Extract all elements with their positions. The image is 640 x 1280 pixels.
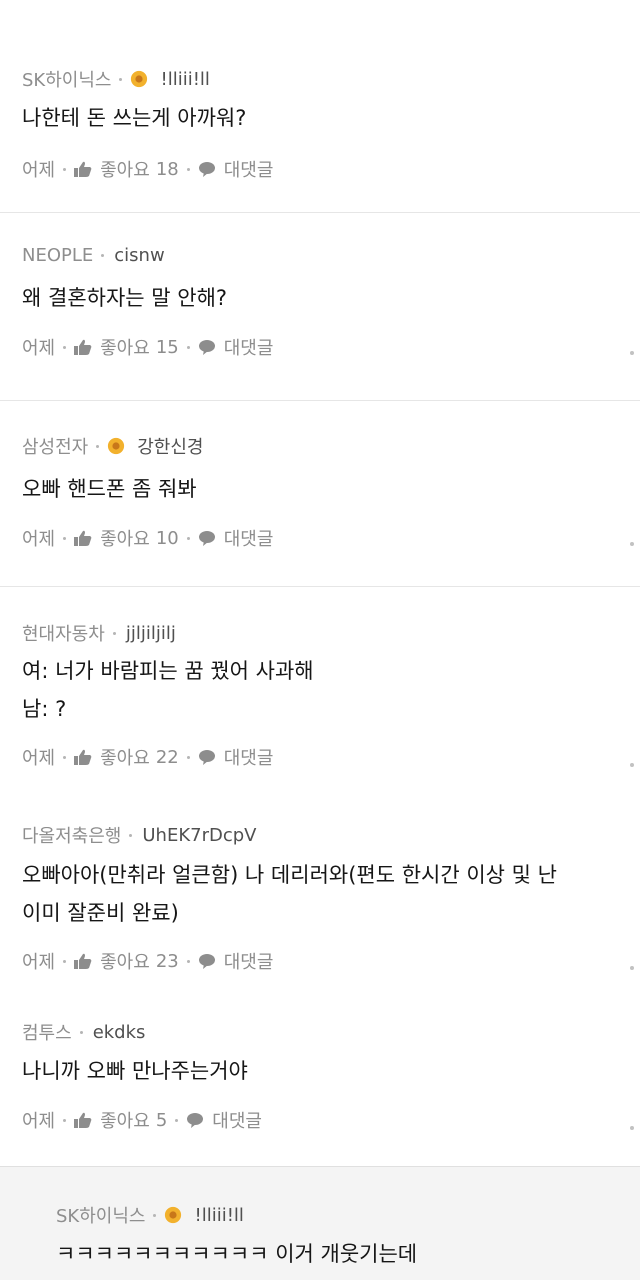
thumbs-up-icon xyxy=(74,339,92,355)
thumbs-up-icon xyxy=(74,953,92,969)
comment-time: 어제 xyxy=(22,529,56,550)
like-label: 좋아요 xyxy=(100,160,150,181)
thumbs-up-icon xyxy=(74,161,92,177)
company-name: NEOPLE xyxy=(22,245,94,266)
like-label: 좋아요 xyxy=(100,748,150,769)
reply-label: 대댓글 xyxy=(223,160,274,181)
nickname: cisnw xyxy=(114,245,165,266)
more-dot-icon[interactable] xyxy=(630,542,634,546)
speech-bubble-icon xyxy=(198,340,215,355)
like-label: 좋아요 xyxy=(100,952,150,973)
nickname: ekdks xyxy=(92,1021,146,1043)
speech-bubble-icon xyxy=(198,954,215,969)
like-button[interactable]: 좋아요 22 xyxy=(74,744,179,770)
reply-label: 대댓글 xyxy=(223,952,274,973)
comment-text: 여: 너가 바람피는 꿈 꿨어 사과해 남: ? xyxy=(22,659,314,721)
like-count: 5 xyxy=(155,1109,168,1131)
comment-author[interactable]: SK하이닉스 !lliii!ll xyxy=(56,1202,244,1228)
like-count: 18 xyxy=(155,158,179,180)
reply-button[interactable]: 대댓글 xyxy=(198,744,274,770)
comment-item: 삼성전자 강한신경 오빠 핸드폰 좀 줘봐 어제 좋아요 10 대댓글 xyxy=(0,400,640,586)
company-name: 삼성전자 xyxy=(22,437,89,458)
comment-item: 현대자동차 jjljiljilj 여: 너가 바람피는 꿈 꿨어 사과해 남: … xyxy=(0,586,640,796)
comment-item: 다올저축은행 UhEK7rDcpV 오빠아아(만취라 얼큰함) 나 데리러와(편… xyxy=(0,796,640,1000)
reply-button[interactable]: 대댓글 xyxy=(198,334,274,360)
comment-time: 어제 xyxy=(22,748,56,769)
company-name: SK하이닉스 xyxy=(56,1206,146,1227)
like-button[interactable]: 좋아요 5 xyxy=(74,1107,167,1133)
speech-bubble-icon xyxy=(187,1113,204,1128)
comment-item: NEOPLE cisnw 왜 결혼하자는 말 안해? 어제 좋아요 15 대댓글 xyxy=(0,212,640,400)
like-button[interactable]: 좋아요 23 xyxy=(74,948,179,974)
comment-text: 왜 결혼하자는 말 안해? xyxy=(22,286,228,310)
nickname: jjljiljilj xyxy=(125,622,176,644)
reply-label: 대댓글 xyxy=(223,748,274,769)
more-dot-icon[interactable] xyxy=(630,763,634,767)
nickname: !lliii!ll xyxy=(194,1204,244,1226)
comment-author[interactable]: 다올저축은행 UhEK7rDcpV xyxy=(22,822,256,848)
comment-text: 오빠아아(만취라 얼큰함) 나 데리러와(편도 한시간 이상 및 난 이미 잘준… xyxy=(22,863,557,925)
like-count: 22 xyxy=(155,746,179,768)
reply-button[interactable]: 대댓글 xyxy=(198,525,274,551)
nickname: UhEK7rDcpV xyxy=(142,824,257,846)
sunflower-badge-icon xyxy=(165,1206,182,1224)
reply-button[interactable]: 대댓글 xyxy=(198,156,274,182)
comment-actions: 어제 좋아요 22 대댓글 xyxy=(22,744,273,770)
reply-button[interactable]: 대댓글 xyxy=(186,1107,262,1133)
speech-bubble-icon xyxy=(198,750,215,765)
like-count: 15 xyxy=(155,336,179,358)
company-name: 현대자동차 xyxy=(22,624,105,645)
more-dot-icon[interactable] xyxy=(630,351,634,355)
thumbs-up-icon xyxy=(74,749,92,765)
thumbs-up-icon xyxy=(74,530,92,546)
comment-text: 오빠 핸드폰 좀 줘봐 xyxy=(22,477,197,501)
comment-text: 나한테 돈 쓰는게 아까워? xyxy=(22,106,247,130)
comment-actions: 어제 좋아요 23 대댓글 xyxy=(22,948,273,974)
more-dot-icon[interactable] xyxy=(630,966,634,970)
like-count: 23 xyxy=(155,950,179,972)
reply-label: 대댓글 xyxy=(212,1111,262,1132)
reply-label: 대댓글 xyxy=(223,338,274,359)
company-name: 다올저축은행 xyxy=(22,826,122,847)
comment-time: 어제 xyxy=(22,1111,56,1132)
reply-button[interactable]: 대댓글 xyxy=(198,948,274,974)
like-label: 좋아요 xyxy=(100,338,150,359)
like-count: 10 xyxy=(155,527,179,549)
like-button[interactable]: 좋아요 10 xyxy=(74,525,179,551)
comment-time: 어제 xyxy=(22,160,56,181)
comment-text: ㅋㅋㅋㅋㅋㅋㅋㅋㅋㅋㅋ 이거 개웃기는데 xyxy=(56,1242,418,1266)
comment-actions: 어제 좋아요 5 대댓글 xyxy=(22,1107,262,1133)
like-button[interactable]: 좋아요 18 xyxy=(74,156,179,182)
like-label: 좋아요 xyxy=(100,1111,150,1132)
comment-text: 나니까 오빠 만나주는거야 xyxy=(22,1059,248,1083)
comment-time: 어제 xyxy=(22,338,56,359)
comment-time: 어제 xyxy=(22,952,56,973)
comment-actions: 어제 좋아요 15 대댓글 xyxy=(22,334,273,360)
comment-author[interactable]: SK하이닉스 !lliii!ll xyxy=(22,66,210,92)
speech-bubble-icon xyxy=(198,531,215,546)
comment-actions: 어제 좋아요 18 대댓글 xyxy=(22,156,273,182)
reply-comment-item: SK하이닉스 !lliii!ll ㅋㅋㅋㅋㅋㅋㅋㅋㅋㅋㅋ 이거 개웃기는데 xyxy=(0,1166,640,1280)
comment-author[interactable]: NEOPLE cisnw xyxy=(22,245,165,266)
thumbs-up-icon xyxy=(74,1112,92,1128)
sunflower-badge-icon xyxy=(108,437,125,455)
speech-bubble-icon xyxy=(198,162,215,177)
comment-item: 컴투스 ekdks 나니까 오빠 만나주는거야 어제 좋아요 5 대댓글 xyxy=(0,1000,640,1166)
company-name: 컴투스 xyxy=(22,1023,72,1044)
company-name: SK하이닉스 xyxy=(22,70,112,91)
comment-author[interactable]: 삼성전자 강한신경 xyxy=(22,433,204,459)
nickname: 강한신경 xyxy=(137,437,204,458)
more-dot-icon[interactable] xyxy=(630,1126,634,1130)
reply-label: 대댓글 xyxy=(223,529,274,550)
comment-item: SK하이닉스 !lliii!ll 나한테 돈 쓰는게 아까워? 어제 좋아요 1… xyxy=(0,0,640,212)
like-button[interactable]: 좋아요 15 xyxy=(74,334,179,360)
comment-actions: 어제 좋아요 10 대댓글 xyxy=(22,525,273,551)
comment-author[interactable]: 현대자동차 jjljiljilj xyxy=(22,620,176,646)
like-label: 좋아요 xyxy=(100,529,150,550)
nickname: !lliii!ll xyxy=(160,68,210,90)
sunflower-badge-icon xyxy=(131,70,148,88)
comment-author[interactable]: 컴투스 ekdks xyxy=(22,1019,145,1045)
